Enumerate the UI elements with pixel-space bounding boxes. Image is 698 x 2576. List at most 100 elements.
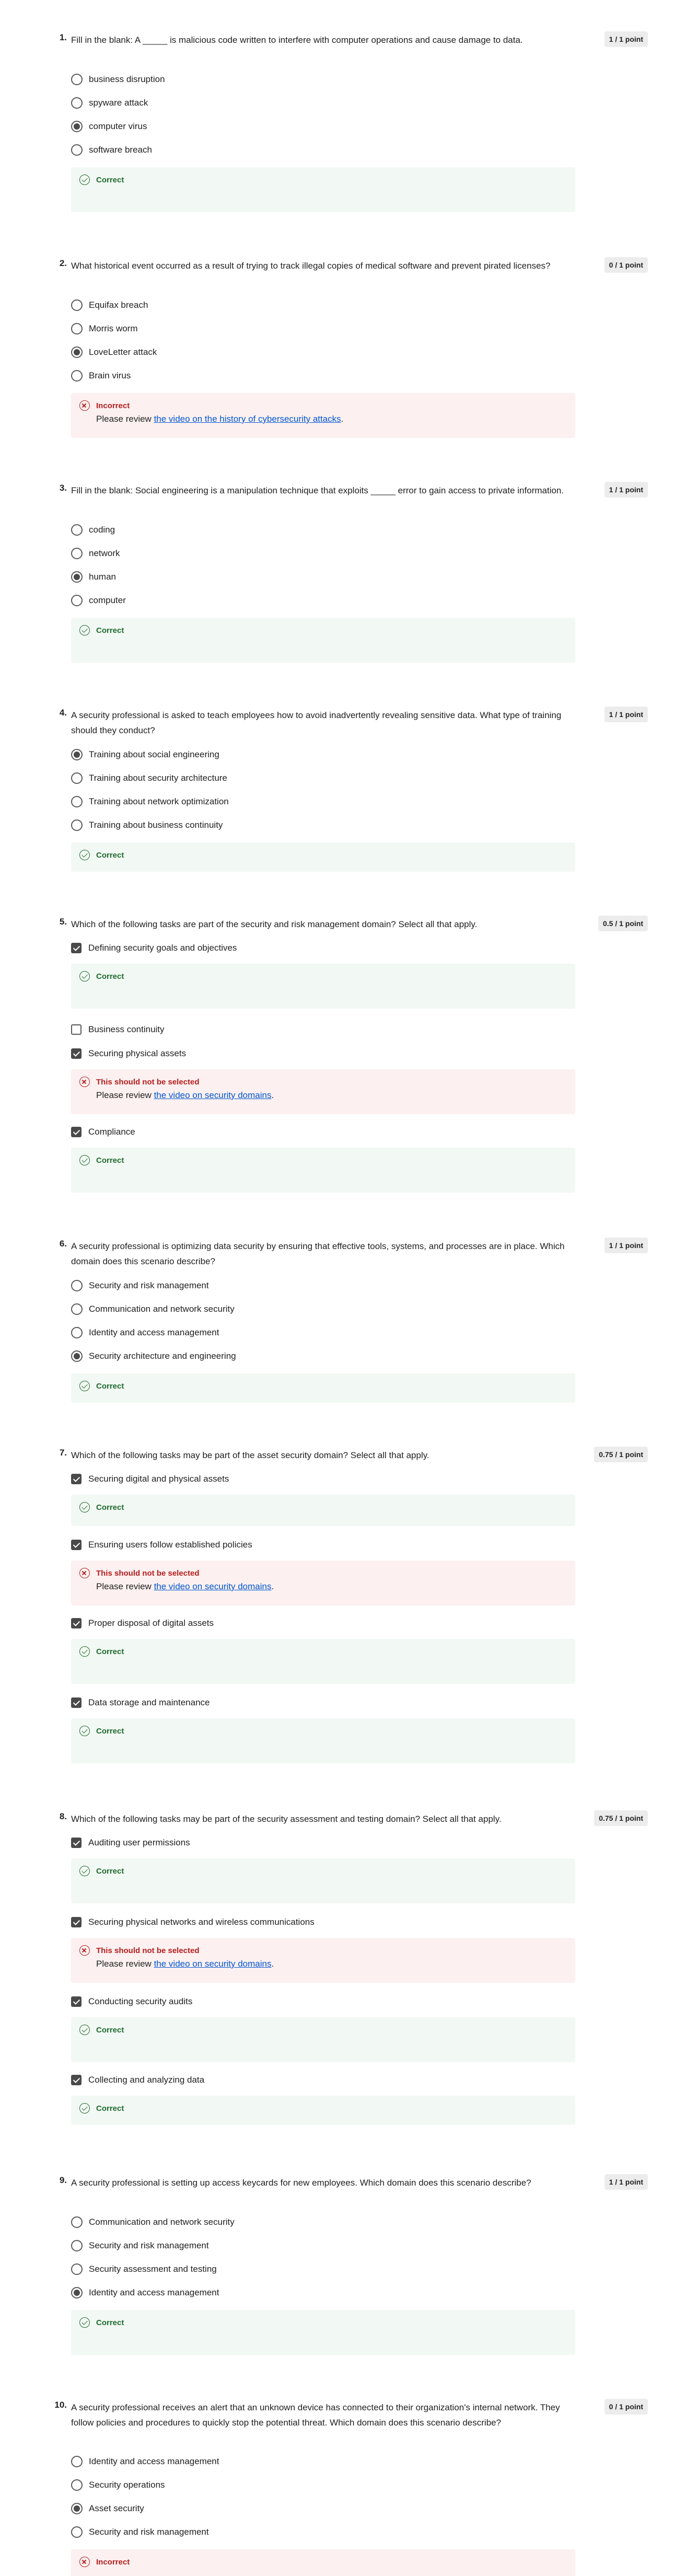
feedback-correct: Correct (71, 2096, 575, 2125)
feedback-correct: Correct (71, 2017, 575, 2062)
radio-button[interactable] (71, 74, 83, 85)
answer-option[interactable]: Compliance (71, 1125, 135, 1139)
radio-button[interactable] (71, 323, 83, 334)
answer-option[interactable]: Business continuity (71, 1022, 165, 1037)
radio-button-selected[interactable] (71, 1350, 83, 1362)
radio-button[interactable] (71, 1280, 83, 1291)
answer-option[interactable]: Training about network optimization (71, 794, 229, 809)
answer-option[interactable]: Security operations (71, 2478, 165, 2492)
radio-button[interactable] (71, 2216, 83, 2228)
answer-option[interactable]: Security and risk management (71, 2525, 209, 2539)
feedback-status: Correct (96, 972, 124, 981)
checkbox-checked[interactable] (71, 1996, 82, 2007)
answer-option[interactable]: Security and risk management (71, 2238, 209, 2253)
radio-button[interactable] (71, 2240, 83, 2251)
radio-button-selected[interactable] (71, 749, 83, 760)
checkbox-checked[interactable] (71, 1618, 82, 1628)
radio-button[interactable] (71, 2479, 83, 2491)
checkbox-checked[interactable] (71, 1917, 82, 1927)
answer-option[interactable]: Securing physical assets (71, 1046, 186, 1061)
answer-option[interactable]: Ensuring users follow established polici… (71, 1538, 252, 1552)
radio-button[interactable] (71, 2263, 83, 2275)
review-suffix: . (341, 414, 344, 424)
answer-option[interactable]: LoveLetter attack (71, 345, 157, 360)
review-video-link[interactable]: the video on security domains (154, 1959, 272, 1969)
radio-button[interactable] (71, 299, 83, 311)
radio-button-selected[interactable] (71, 2287, 83, 2298)
answer-option[interactable]: network (71, 546, 120, 561)
radio-button[interactable] (71, 144, 83, 156)
answer-option[interactable]: Securing digital and physical assets (71, 1472, 229, 1486)
answer-option[interactable]: Auditing user permissions (71, 1835, 190, 1850)
answer-option[interactable]: Security and risk management (71, 1278, 209, 1293)
checkbox-checked[interactable] (71, 1697, 82, 1708)
score-badge: 1 / 1 point (604, 707, 648, 722)
answer-option[interactable]: Asset security (71, 2501, 144, 2516)
check-circle-icon (79, 1155, 90, 1165)
radio-button[interactable] (71, 370, 83, 382)
checkbox[interactable] (71, 1024, 82, 1035)
checkbox-checked[interactable] (71, 1474, 82, 1484)
radio-button[interactable] (71, 2456, 83, 2467)
answer-option[interactable]: Identity and access management (71, 2285, 219, 2300)
radio-button[interactable] (71, 2526, 83, 2538)
radio-button[interactable] (71, 819, 83, 831)
radio-button[interactable] (71, 1303, 83, 1315)
answer-option[interactable]: Securing physical networks and wireless … (71, 1915, 315, 1930)
radio-button-selected[interactable] (71, 121, 83, 132)
answer-option[interactable]: Training about social engineering (71, 747, 219, 762)
answer-option[interactable]: human (71, 570, 116, 584)
answer-option[interactable]: Training about business continuity (71, 818, 223, 833)
answer-option[interactable]: business disruption (71, 72, 165, 87)
option-label: Training about business continuity (89, 820, 223, 830)
checkbox-checked[interactable] (71, 1540, 82, 1550)
answer-option[interactable]: Defining security goals and objectives (71, 941, 237, 955)
answer-option[interactable]: Training about security architecture (71, 771, 227, 785)
checkbox-checked[interactable] (71, 943, 82, 953)
answer-option[interactable]: Conducting security audits (71, 1994, 192, 2009)
answer-option[interactable]: Morris worm (71, 321, 138, 336)
x-circle-icon (79, 2557, 90, 2567)
answer-option[interactable]: computer (71, 593, 126, 608)
option-label: Equifax breach (89, 300, 148, 310)
answer-option[interactable]: Data storage and maintenance (71, 1695, 210, 1710)
radio-button[interactable] (71, 524, 83, 536)
option-label: Identity and access management (89, 2456, 219, 2466)
answer-option[interactable]: Identity and access management (71, 2454, 219, 2469)
answer-option[interactable]: Communication and network security (71, 1302, 235, 1316)
answer-option[interactable]: coding (71, 523, 115, 537)
checkbox-checked[interactable] (71, 2075, 82, 2085)
review-video-link[interactable]: the video on security domains (154, 1581, 272, 1591)
option-label: Auditing user permissions (88, 1838, 190, 1847)
answer-option[interactable]: Identity and access management (71, 1325, 219, 1340)
answer-option[interactable]: computer virus (71, 119, 147, 134)
answer-option[interactable]: Security assessment and testing (71, 2262, 217, 2277)
radio-button[interactable] (71, 772, 83, 784)
checkbox-checked[interactable] (71, 1127, 82, 1137)
feedback-incorrect: This should not be selected Please revie… (71, 1069, 575, 1114)
radio-button-selected[interactable] (71, 2503, 83, 2514)
answer-option[interactable]: Proper disposal of digital assets (71, 1616, 214, 1631)
option-label: Compliance (88, 1127, 135, 1137)
review-prefix: Please review (96, 414, 154, 424)
question-number: 7. (59, 1448, 67, 1458)
radio-button[interactable] (71, 97, 83, 109)
radio-button[interactable] (71, 796, 83, 807)
answer-option[interactable]: Communication and network security (71, 2215, 235, 2230)
review-video-link[interactable]: the video on the history of cybersecurit… (154, 414, 341, 424)
answer-option[interactable]: Brain virus (71, 368, 131, 383)
option-label: Security and risk management (89, 2240, 209, 2250)
radio-button-selected[interactable] (71, 346, 83, 358)
answer-option[interactable]: software breach (71, 143, 152, 157)
answer-option[interactable]: spyware attack (71, 96, 148, 110)
answer-option[interactable]: Equifax breach (71, 298, 148, 313)
radio-button[interactable] (71, 595, 83, 606)
answer-option[interactable]: Security architecture and engineering (71, 1349, 236, 1364)
radio-button[interactable] (71, 1327, 83, 1338)
radio-button[interactable] (71, 548, 83, 559)
answer-option[interactable]: Collecting and analyzing data (71, 2073, 204, 2087)
checkbox-checked[interactable] (71, 1048, 82, 1059)
radio-button-selected[interactable] (71, 571, 83, 583)
review-video-link[interactable]: the video on security domains (154, 1090, 272, 1100)
checkbox-checked[interactable] (71, 1838, 82, 1848)
